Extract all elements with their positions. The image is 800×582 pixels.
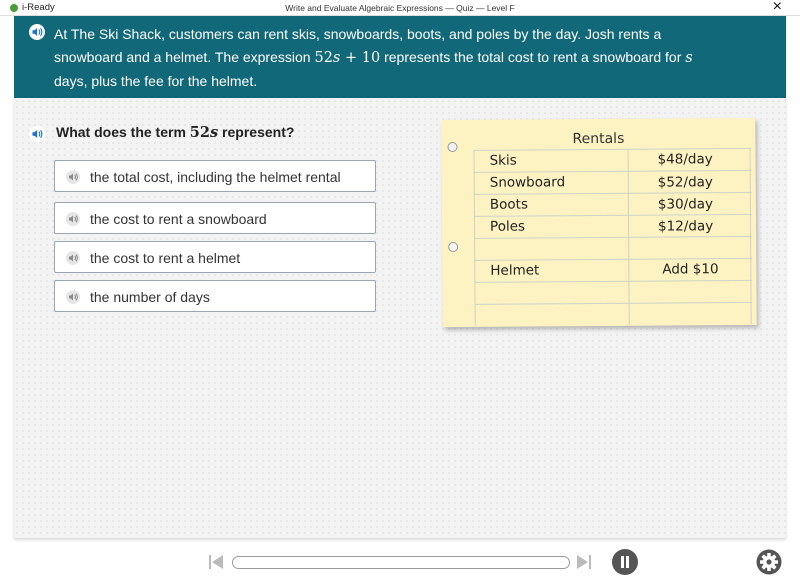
question-text-before: What does the term bbox=[56, 124, 190, 140]
rental-price: $48/day bbox=[657, 151, 713, 168]
answer-option-label: the cost to rent a snowboard bbox=[90, 211, 267, 227]
answer-option-label: the number of days bbox=[90, 289, 210, 305]
rentals-notepad: Rentals Skis $48/day Snowboard $52/day B… bbox=[441, 117, 757, 328]
days-variable: s bbox=[685, 50, 693, 66]
notepad-rule bbox=[474, 301, 753, 305]
rental-price: $52/day bbox=[657, 174, 713, 191]
prompt-speaker-icon[interactable] bbox=[28, 24, 46, 45]
term-coefficient: 52 bbox=[189, 124, 210, 141]
question-text: What does the term 52s represent? bbox=[56, 124, 294, 141]
expr-constant: + 10 bbox=[340, 50, 381, 66]
skip-next-icon[interactable] bbox=[576, 554, 592, 575]
window-title: Write and Evaluate Algebraic Expressions… bbox=[285, 3, 515, 13]
skip-previous-icon[interactable] bbox=[208, 554, 224, 575]
close-button[interactable]: × bbox=[773, 0, 782, 15]
speaker-icon[interactable] bbox=[65, 170, 81, 189]
question-term: 52s bbox=[190, 124, 218, 141]
rental-price: $12/day bbox=[657, 218, 714, 235]
title-bar: i-Ready Write and Evaluate Algebraic Exp… bbox=[0, 0, 800, 16]
question-speaker-icon[interactable] bbox=[28, 126, 46, 147]
rental-item: Boots bbox=[489, 196, 529, 213]
rental-item: Helmet bbox=[490, 262, 540, 279]
answer-option-2[interactable]: the cost to rent a snowboard bbox=[54, 202, 376, 234]
expr-coefficient: 52 bbox=[314, 50, 333, 66]
rentals-title: Rentals bbox=[572, 130, 625, 148]
rental-item: Snowboard bbox=[489, 174, 566, 191]
progress-bar[interactable] bbox=[232, 556, 570, 569]
term-variable: s bbox=[209, 124, 219, 141]
speaker-icon[interactable] bbox=[65, 290, 81, 309]
answer-option-4[interactable]: the number of days bbox=[54, 280, 376, 312]
notepad-rule bbox=[473, 191, 752, 195]
notepad-rule bbox=[473, 169, 752, 173]
notepad-rule bbox=[473, 213, 752, 217]
rental-price: Add $10 bbox=[662, 261, 719, 278]
answer-option-label: the cost to rent a helmet bbox=[90, 250, 241, 266]
notepad-hole bbox=[448, 241, 459, 253]
prompt-text-after: days, plus the fee for the helmet. bbox=[54, 73, 258, 89]
answer-option-label: the total cost, including the helmet ren… bbox=[90, 169, 341, 185]
gear-icon[interactable] bbox=[756, 549, 782, 580]
answer-option-1[interactable]: the total cost, including the helmet ren… bbox=[54, 160, 376, 192]
question-text-after: represent? bbox=[218, 124, 295, 140]
speaker-icon[interactable] bbox=[65, 212, 81, 231]
playback-controls bbox=[0, 538, 800, 582]
rental-item: Poles bbox=[489, 218, 526, 235]
notepad-rule bbox=[474, 279, 753, 283]
rental-item: Skis bbox=[489, 152, 517, 169]
prompt-banner: At The Ski Shack, customers can rent ski… bbox=[14, 16, 786, 98]
rental-price: $30/day bbox=[657, 196, 714, 213]
question-area: What does the term 52s represent? the to… bbox=[14, 98, 786, 538]
notepad-rule bbox=[474, 235, 753, 239]
prompt-text: At The Ski Shack, customers can rent ski… bbox=[54, 23, 694, 93]
speaker-icon[interactable] bbox=[65, 251, 81, 270]
prompt-text-middle: represents the total cost to rent a snow… bbox=[380, 49, 686, 65]
prompt-expression: 52s + 10 bbox=[314, 50, 380, 66]
answer-option-3[interactable]: the cost to rent a helmet bbox=[54, 241, 376, 273]
pause-button[interactable] bbox=[612, 549, 638, 575]
